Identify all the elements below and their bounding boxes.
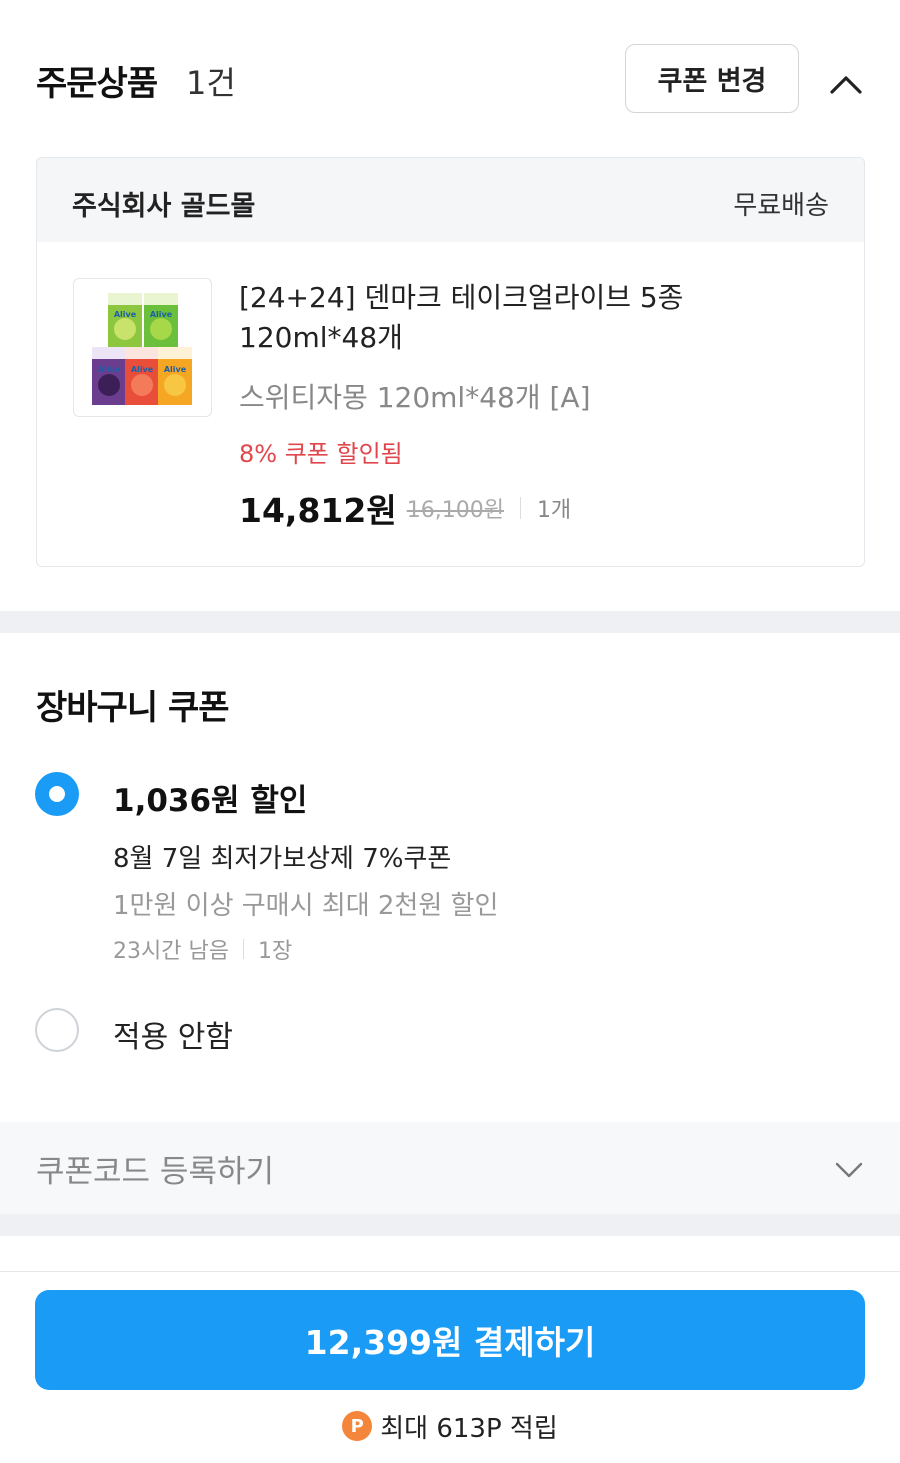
coupon-count: 1장 [257, 939, 293, 964]
coupon-meta: 23시간 남음 1장 [113, 933, 292, 965]
product-name[interactable]: [24+24] 덴마크 테이크얼라이브 5종 120ml*48개 [239, 278, 829, 358]
bottom-divider [0, 1271, 900, 1272]
product-option: 스위티자몽 120ml*48개 [A] [239, 381, 591, 414]
coupon-remaining-time: 23시간 남음 [113, 939, 229, 964]
original-price: 16,100원 [406, 498, 504, 523]
order-count: 1건 [186, 64, 236, 102]
thumb-brand-2: Alive [150, 310, 173, 319]
section-divider [0, 611, 900, 633]
coupon-change-button[interactable]: 쿠폰 변경 [625, 44, 799, 113]
coupon-name: 8월 7일 최저가보상제 7%쿠폰 [113, 844, 452, 874]
seller-card: 주식회사 골드몰 무료배송 Alive Alive Alive Alive Al… [36, 157, 865, 567]
thumb-brand-1: Alive [114, 310, 137, 319]
basket-coupon-title: 장바구니 쿠폰 [36, 688, 230, 728]
juice-boxes-image: Alive Alive Alive Alive Alive [92, 293, 192, 405]
divider [242, 939, 244, 959]
coupon-discount-amount[interactable]: 1,036원 할인 [113, 775, 307, 820]
section-divider [0, 1214, 900, 1236]
chevron-up-icon [830, 76, 862, 94]
coupon-code-toggle[interactable]: 쿠폰코드 등록하기 [0, 1122, 900, 1214]
order-page: 주문상품 1건 쿠폰 변경 주식회사 골드몰 무료배송 Alive Alive … [0, 0, 900, 1463]
points-row: P 최대 613P 적립 [0, 1406, 900, 1446]
chevron-down-icon [835, 1162, 863, 1178]
collapse-button[interactable] [826, 64, 866, 104]
coupon-applied-text: 8% 쿠폰 할인됨 [239, 440, 403, 468]
price-row: 14,812원 16,100원 1개 [239, 486, 571, 530]
seller-bar: 주식회사 골드몰 무료배송 [37, 158, 864, 242]
order-header: 주문상품 1건 쿠폰 변경 [36, 44, 864, 114]
coupon-code-label: 쿠폰코드 등록하기 [36, 1154, 275, 1190]
shipping-info: 무료배송 [733, 191, 829, 221]
quantity: 1개 [536, 498, 572, 523]
order-title: 주문상품 [36, 64, 158, 104]
coupon-radio-selected[interactable] [35, 772, 79, 816]
pay-button[interactable]: 12,399원 결제하기 [35, 1290, 865, 1390]
divider [519, 497, 521, 519]
no-coupon-radio[interactable] [35, 1008, 79, 1052]
product-thumbnail[interactable]: Alive Alive Alive Alive Alive [73, 278, 212, 417]
point-icon: P [342, 1411, 373, 1441]
sale-price: 14,812원 [239, 491, 397, 530]
seller-name[interactable]: 주식회사 골드몰 [72, 184, 255, 223]
points-text: 최대 613P 적립 [380, 1413, 558, 1444]
no-coupon-label[interactable]: 적용 안함 [113, 1012, 233, 1056]
coupon-condition: 1만원 이상 구매시 최대 2천원 할인 [113, 891, 499, 921]
thumb-brand-4: Alive [131, 365, 154, 374]
thumb-brand-3: Alive [98, 365, 121, 374]
thumb-brand-5: Alive [164, 365, 187, 374]
